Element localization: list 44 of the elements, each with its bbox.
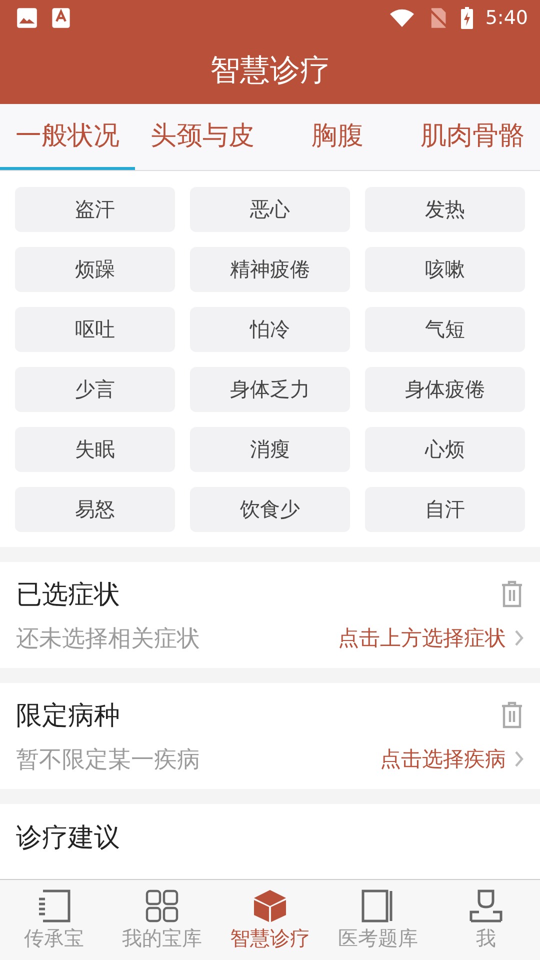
nav-item[interactable]: 智慧诊疗 <box>216 888 324 952</box>
symptom-chip[interactable]: 烦躁 <box>15 247 175 292</box>
notebook-icon <box>37 888 71 922</box>
trash-icon[interactable] <box>500 701 524 729</box>
page-title: 智慧诊疗 <box>210 52 330 90</box>
symptom-chip[interactable]: 身体疲倦 <box>365 367 525 412</box>
symptom-chip[interactable]: 失眠 <box>15 427 175 472</box>
symptom-chip[interactable]: 心烦 <box>365 427 525 472</box>
select-link[interactable]: 点击上方选择症状 <box>338 624 524 652</box>
category-tab[interactable]: 头颈与皮 <box>135 104 270 170</box>
symptom-chip[interactable]: 发热 <box>365 187 525 232</box>
symptom-chip[interactable]: 少言 <box>15 367 175 412</box>
symptom-chip[interactable]: 咳嗽 <box>365 247 525 292</box>
grid-icon <box>145 888 179 922</box>
symptom-chip[interactable]: 身体乏力 <box>190 367 350 412</box>
select-link[interactable]: 点击选择疾病 <box>380 745 524 773</box>
category-tab[interactable]: 肌肉骨骼 <box>405 104 540 170</box>
hint-text: 暂不限定某一疾病 <box>16 746 200 774</box>
symptom-chip[interactable]: 恶心 <box>190 187 350 232</box>
cube-icon <box>253 888 287 922</box>
status-time: 5:40 <box>485 7 528 29</box>
section-title: 已选症状 <box>16 578 120 612</box>
person-icon <box>469 888 503 922</box>
symptom-chip[interactable]: 饮食少 <box>190 487 350 532</box>
symptom-chip[interactable]: 自汗 <box>365 487 525 532</box>
wifi-icon <box>389 7 416 29</box>
symptom-chip[interactable]: 盗汗 <box>15 187 175 232</box>
hint-text: 还未选择相关症状 <box>16 624 200 654</box>
chevron-icon <box>514 629 524 647</box>
battery-icon <box>461 7 474 29</box>
section-title: 诊疗建议 <box>16 823 120 853</box>
symptom-chip[interactable]: 易怒 <box>15 487 175 532</box>
section-title: 限定病种 <box>16 700 120 732</box>
book-icon <box>361 888 395 922</box>
trash-icon[interactable] <box>500 580 524 608</box>
symptom-chip[interactable]: 怕冷 <box>190 307 350 352</box>
symptom-chip[interactable]: 呕吐 <box>15 307 175 352</box>
category-tab[interactable]: 胸腹 <box>270 104 405 170</box>
font-icon <box>50 7 72 29</box>
symptom-chip[interactable]: 气短 <box>365 307 525 352</box>
image-icon <box>16 7 38 29</box>
symptom-chip[interactable]: 消瘦 <box>190 427 350 472</box>
symptom-chip[interactable]: 精神疲倦 <box>190 247 350 292</box>
chevron-icon <box>514 750 524 768</box>
